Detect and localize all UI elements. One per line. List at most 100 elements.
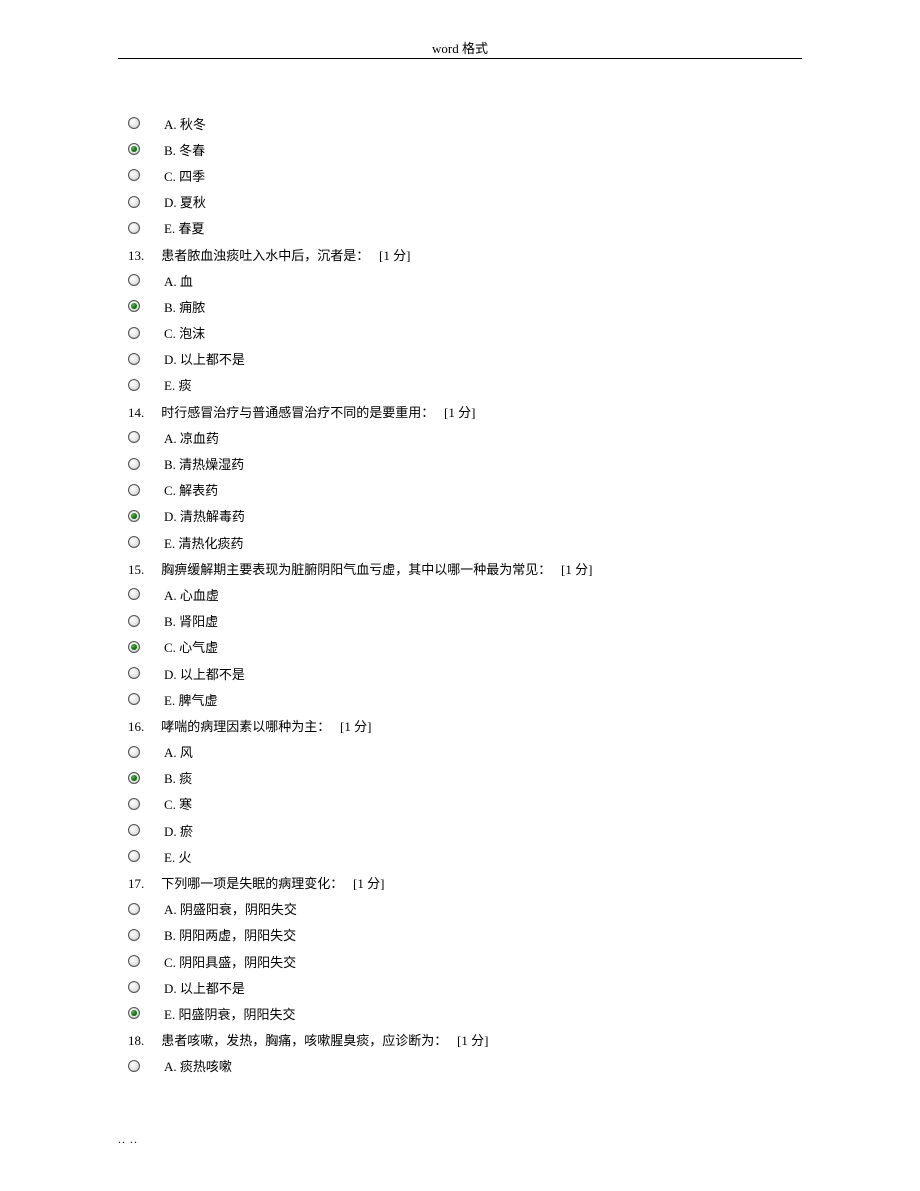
option-radio[interactable] (128, 484, 140, 496)
option-radio[interactable] (128, 143, 140, 155)
option-text: A. 风 (164, 742, 193, 761)
option-text: D. 以上都不是 (164, 349, 245, 368)
option-label: C. (164, 169, 176, 184)
option-body: 痰 (175, 378, 191, 393)
option-radio[interactable] (128, 981, 140, 993)
option-row: D. 以上都不是 (118, 660, 802, 686)
option-radio[interactable] (128, 641, 140, 653)
option-body: 夏秋 (177, 195, 206, 210)
option-radio[interactable] (128, 772, 140, 784)
option-radio[interactable] (128, 536, 140, 548)
option-row: E. 春夏 (118, 215, 802, 241)
radio-cell (118, 850, 164, 862)
question-points: [1 分] (379, 248, 410, 263)
option-radio[interactable] (128, 693, 140, 705)
question-text: 18. 患者咳嗽，发热，胸痛，咳嗽腥臭痰，应诊断为： [1 分] (128, 1030, 488, 1049)
radio-cell (118, 772, 164, 784)
option-text: B. 阴阳两虚，阴阳失交 (164, 925, 296, 944)
option-label: A. (164, 274, 177, 289)
option-radio[interactable] (128, 798, 140, 810)
option-label: B. (164, 457, 176, 472)
option-radio[interactable] (128, 222, 140, 234)
option-label: D. (164, 667, 177, 682)
option-radio[interactable] (128, 458, 140, 470)
radio-cell (118, 536, 164, 548)
option-text: C. 心气虚 (164, 637, 218, 656)
option-body: 清热解毒药 (177, 509, 245, 524)
question-points: [1 分] (340, 719, 371, 734)
option-text: E. 火 (164, 847, 191, 866)
radio-cell (118, 929, 164, 941)
option-text: A. 心血虚 (164, 585, 219, 604)
option-row: D. 以上都不是 (118, 346, 802, 372)
option-label: B. (164, 143, 176, 158)
question-points: [1 分] (444, 405, 475, 420)
option-text: D. 以上都不是 (164, 664, 245, 683)
option-body: 火 (175, 850, 191, 865)
option-body: 春夏 (175, 221, 204, 236)
radio-cell (118, 693, 164, 705)
option-body: 痰热咳嗽 (177, 1059, 232, 1074)
option-text: E. 清热化痰药 (164, 533, 243, 552)
question-points: [1 分] (353, 876, 384, 891)
option-row: D. 瘀 (118, 817, 802, 843)
option-row: B. 冬春 (118, 136, 802, 162)
option-label: A. (164, 902, 177, 917)
option-radio[interactable] (128, 169, 140, 181)
option-radio[interactable] (128, 274, 140, 286)
option-radio[interactable] (128, 929, 140, 941)
option-label: E. (164, 1007, 175, 1022)
page-header-text: word 格式 (432, 41, 488, 56)
option-radio[interactable] (128, 196, 140, 208)
option-label: A. (164, 588, 177, 603)
page-footer: .. .. (118, 1132, 138, 1147)
option-row: B. 痈脓 (118, 293, 802, 319)
option-label: E. (164, 693, 175, 708)
question-stem-text: 患者脓血浊痰吐入水中后，沉者是： (158, 248, 379, 263)
option-radio[interactable] (128, 379, 140, 391)
option-text: D. 夏秋 (164, 192, 206, 211)
option-body: 心气虚 (176, 640, 218, 655)
option-radio[interactable] (128, 300, 140, 312)
option-radio[interactable] (128, 746, 140, 758)
option-radio[interactable] (128, 667, 140, 679)
option-label: E. (164, 378, 175, 393)
option-row: C. 寒 (118, 791, 802, 817)
question-stem: 18. 患者咳嗽，发热，胸痛，咳嗽腥臭痰，应诊断为： [1 分] (118, 1027, 802, 1053)
option-body: 寒 (176, 797, 192, 812)
radio-cell (118, 327, 164, 339)
option-body: 凉血药 (177, 431, 219, 446)
option-text: C. 泡沫 (164, 323, 205, 342)
option-radio[interactable] (128, 903, 140, 915)
option-body: 清热燥湿药 (176, 457, 244, 472)
option-radio[interactable] (128, 353, 140, 365)
option-text: B. 冬春 (164, 140, 205, 159)
option-radio[interactable] (128, 327, 140, 339)
option-label: B. (164, 771, 176, 786)
option-label: B. (164, 928, 176, 943)
option-text: B. 痰 (164, 768, 192, 787)
option-label: A. (164, 745, 177, 760)
option-radio[interactable] (128, 510, 140, 522)
option-text: E. 痰 (164, 375, 191, 394)
option-body: 血 (177, 274, 193, 289)
option-label: A. (164, 431, 177, 446)
question-text: 15. 胸痹缓解期主要表现为脏腑阴阳气血亏虚，其中以哪一种最为常见： [1 分] (128, 559, 592, 578)
option-row: D. 夏秋 (118, 189, 802, 215)
question-stem-text: 时行感冒治疗与普通感冒治疗不同的是要重用： (158, 405, 444, 420)
option-radio[interactable] (128, 117, 140, 129)
option-text: A. 凉血药 (164, 428, 219, 447)
option-radio[interactable] (128, 1060, 140, 1072)
option-radio[interactable] (128, 588, 140, 600)
option-radio[interactable] (128, 824, 140, 836)
radio-cell (118, 981, 164, 993)
option-radio[interactable] (128, 850, 140, 862)
option-text: A. 秋冬 (164, 114, 206, 133)
option-radio[interactable] (128, 431, 140, 443)
option-radio[interactable] (128, 955, 140, 967)
option-body: 阳盛阴衰，阴阳失交 (175, 1007, 295, 1022)
option-radio[interactable] (128, 1007, 140, 1019)
radio-cell (118, 353, 164, 365)
radio-cell (118, 300, 164, 312)
option-radio[interactable] (128, 615, 140, 627)
